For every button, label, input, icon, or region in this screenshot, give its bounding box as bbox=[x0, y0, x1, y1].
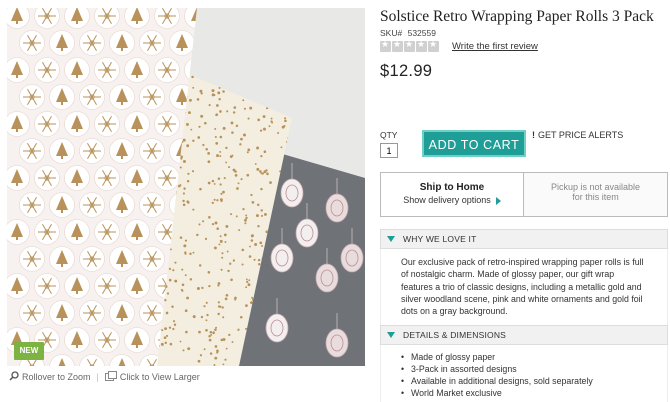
pickup-line-2: for this item bbox=[572, 192, 619, 202]
magnifier-icon bbox=[9, 371, 19, 383]
sku-line: SKU# 532559 bbox=[380, 28, 436, 38]
star-icon bbox=[428, 40, 439, 52]
rating-stars bbox=[380, 40, 439, 52]
rollover-zoom-label: Rollover to Zoom bbox=[22, 372, 91, 382]
why-we-love-it-body: Our exclusive pack of retro-inspired wra… bbox=[380, 249, 668, 325]
view-larger-link[interactable]: Click to View Larger bbox=[120, 372, 200, 382]
price-alerts-label: GET PRICE ALERTS bbox=[538, 130, 624, 140]
pickup-line-1: Pickup is not available bbox=[550, 182, 641, 192]
sku-label: SKU# bbox=[380, 28, 403, 38]
details-dimensions-body: Made of glossy paper 3-Pack in assorted … bbox=[380, 345, 668, 402]
star-icon bbox=[404, 40, 415, 52]
ship-to-home-option[interactable]: Ship to Home Show delivery options bbox=[381, 173, 524, 216]
list-item: 3-Pack in assorted designs bbox=[401, 363, 647, 375]
why-we-love-it-toggle[interactable]: WHY WE LOVE IT bbox=[380, 229, 668, 249]
caret-down-icon bbox=[387, 236, 395, 242]
expand-icon bbox=[104, 371, 117, 383]
quantity-input[interactable] bbox=[380, 143, 398, 158]
alert-icon: ! bbox=[532, 130, 535, 140]
details-dimensions-toggle[interactable]: DETAILS & DIMENSIONS bbox=[380, 325, 668, 345]
play-arrow-icon bbox=[495, 196, 501, 205]
sku-value: 532559 bbox=[407, 28, 436, 38]
list-item: Available in additional designs, sold se… bbox=[401, 375, 647, 387]
list-item: Made of glossy paper bbox=[401, 351, 647, 363]
details-dimensions-heading: DETAILS & DIMENSIONS bbox=[403, 330, 507, 340]
delivery-options-label: Show delivery options bbox=[381, 195, 523, 205]
new-badge: NEW bbox=[14, 342, 44, 360]
star-icon bbox=[380, 40, 391, 52]
list-item: World Market exclusive bbox=[401, 387, 647, 399]
product-title: Solstice Retro Wrapping Paper Rolls 3 Pa… bbox=[380, 8, 654, 25]
why-we-love-it-heading: WHY WE LOVE IT bbox=[403, 234, 477, 244]
wrapping-paper-photo bbox=[7, 8, 365, 366]
star-icon bbox=[416, 40, 427, 52]
star-icon bbox=[392, 40, 403, 52]
write-review-link[interactable]: Write the first review bbox=[452, 41, 538, 52]
qty-label: QTY bbox=[380, 130, 398, 140]
price-alerts-link[interactable]: ! GET PRICE ALERTS bbox=[532, 130, 623, 140]
pickup-option: Pickup is not available for this item bbox=[524, 173, 667, 216]
add-to-cart-button[interactable]: ADD TO CART bbox=[422, 130, 526, 157]
caret-down-icon bbox=[387, 332, 395, 338]
product-image[interactable]: NEW bbox=[7, 8, 365, 366]
ship-to-home-title: Ship to Home bbox=[419, 182, 485, 193]
divider: | bbox=[96, 372, 99, 382]
details-list: Made of glossy paper 3-Pack in assorted … bbox=[401, 351, 647, 399]
description-text: Our exclusive pack of retro-inspired wra… bbox=[401, 257, 644, 317]
product-price: $12.99 bbox=[380, 62, 433, 80]
fulfillment-options: Ship to Home Show delivery options Picku… bbox=[380, 172, 668, 217]
image-controls: Rollover to Zoom | Click to View Larger bbox=[9, 370, 200, 384]
